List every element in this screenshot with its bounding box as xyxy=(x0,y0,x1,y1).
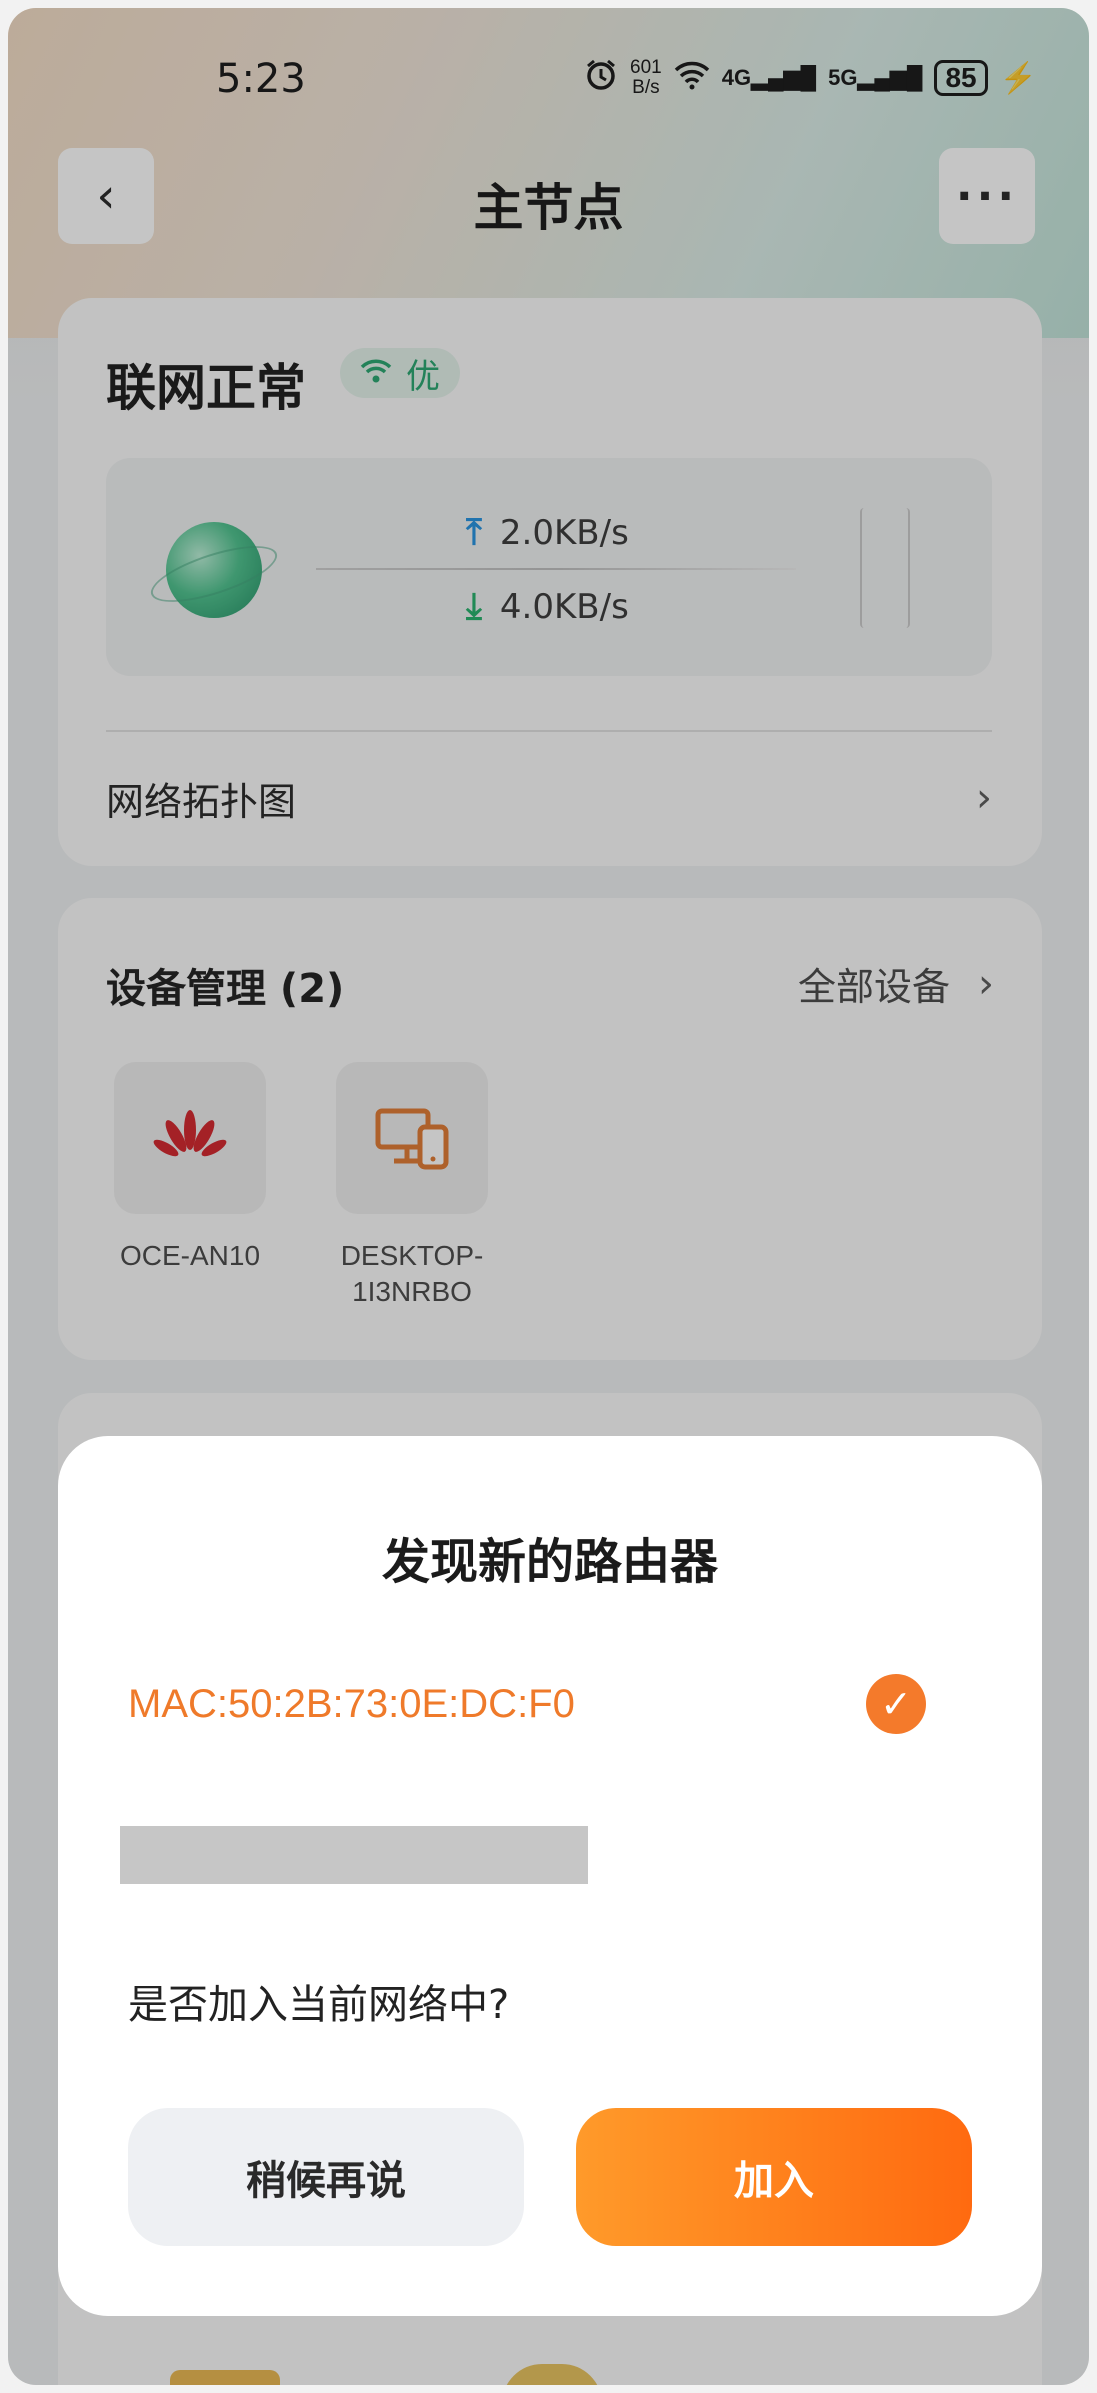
later-button[interactable]: 稍候再说 xyxy=(128,2108,524,2246)
check-icon[interactable]: ✓ xyxy=(866,1674,926,1734)
redacted-info xyxy=(120,1826,588,1884)
join-question: 是否加入当前网络中? xyxy=(128,1982,510,2028)
new-router-dialog: 发现新的路由器 MAC:50:2B:73:0E:DC:F0 ✓ 是否加入当前网络… xyxy=(58,1436,1042,2316)
screen: 5:23 601 B/s 4G▂▄▆█ 5G▂▄▆█ 85 ⚡ ‹ 主节点 ··… xyxy=(8,8,1089,2385)
join-button[interactable]: 加入 xyxy=(576,2108,972,2246)
dialog-title: 发现新的路由器 xyxy=(381,1534,718,1590)
router-mac: MAC:50:2B:73:0E:DC:F0 xyxy=(128,1682,575,1726)
